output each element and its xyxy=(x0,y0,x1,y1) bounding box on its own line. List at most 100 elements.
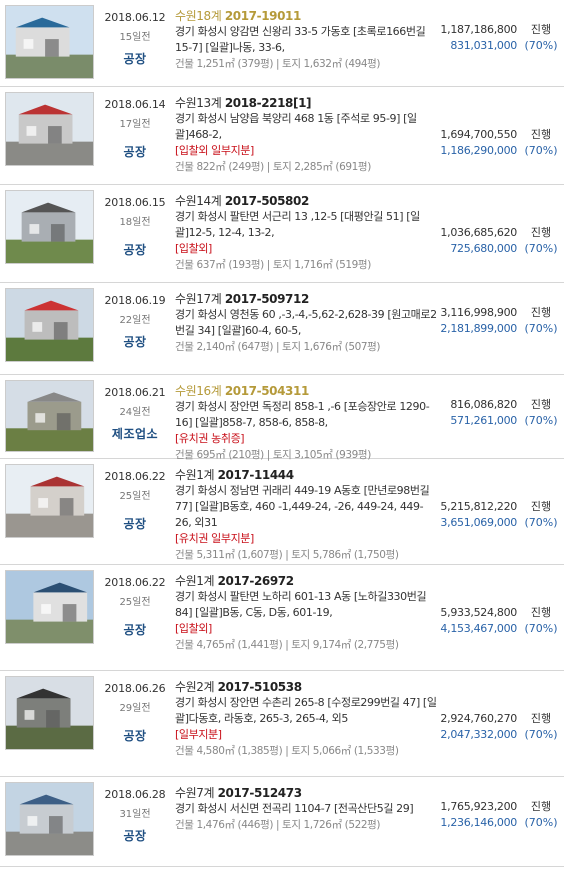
days-left: 25일전 xyxy=(119,597,151,608)
minimum-bid: 571,261,000 xyxy=(450,414,517,427)
appraisal-price: 1,765,923,200 xyxy=(440,800,517,813)
status-label: 진행 xyxy=(530,306,552,319)
special-conditions: [입찰외] xyxy=(175,622,212,635)
bid-ratio: (70%) xyxy=(524,414,558,427)
auction-date: 2018.06.26 xyxy=(104,682,166,695)
days-left: 29일전 xyxy=(119,703,151,714)
auction-date: 2018.06.12 xyxy=(104,11,166,24)
case-id[interactable]: 2017-510538 xyxy=(218,680,302,694)
list-item[interactable]: 2018.06.15 18일전 공장 수원14계 2017-505802 경기 화성시 … xyxy=(0,185,564,283)
property-address[interactable]: 경기 화성시 영천동 60 ,-3,-4,-5,62-2,628-39 [원고매… xyxy=(175,307,437,339)
case-id[interactable]: 2018-2218[1] xyxy=(225,96,312,110)
special-conditions: [유치권 농취증] xyxy=(175,432,245,445)
bid-ratio: (70%) xyxy=(524,516,558,529)
listing-info: 수원1계 2017-11444 경기 화성시 정남면 귀래리 449-19 A동호… xyxy=(175,467,437,563)
court-dept: 수원13계 xyxy=(175,96,222,110)
days-left: 24일전 xyxy=(119,407,151,418)
case-id[interactable]: 2017-11444 xyxy=(218,468,295,482)
minimum-bid: 4,153,467,000 xyxy=(440,622,517,635)
listing-info: 수원17계 2017-509712 경기 화성시 영천동 60 ,-3,-4,-5… xyxy=(175,291,437,355)
price-block: 1,765,923,200 1,236,146,000 xyxy=(437,799,517,831)
case-id[interactable]: 2017-26972 xyxy=(218,574,295,588)
property-address[interactable]: 경기 화성시 장안면 수촌리 265-8 [수정로299번길 47] [일괄]다… xyxy=(175,695,437,727)
days-left: 22일전 xyxy=(119,315,151,326)
price-block: 1,036,685,620 725,680,000 xyxy=(437,225,517,257)
bid-ratio: (70%) xyxy=(524,144,558,157)
status-label: 진행 xyxy=(530,23,552,36)
status-block: 진행 (70%) xyxy=(520,799,562,831)
property-photo[interactable] xyxy=(5,5,94,79)
status-label: 진행 xyxy=(530,606,552,619)
court-dept: 수원16계 xyxy=(175,384,222,398)
listing-info: 수원16계 2017-504311 경기 화성시 장안면 독정리 858-1 ,-… xyxy=(175,383,437,463)
listing-info: 수원2계 2017-510538 경기 화성시 장안면 수촌리 265-8 [수정… xyxy=(175,679,437,759)
price-block: 1,694,700,550 1,186,290,000 xyxy=(437,127,517,159)
case-number[interactable]: 수원16계 2017-504311 xyxy=(175,383,437,399)
price-block: 5,215,812,220 3,651,069,000 xyxy=(437,499,517,531)
case-id[interactable]: 2017-505802 xyxy=(225,194,309,208)
special-conditions: [유치권 일부지분] xyxy=(175,532,254,545)
list-item[interactable]: 2018.06.21 24일전 제조업소 수원16계 2017-504311 경기 화성… xyxy=(0,375,564,461)
property-address[interactable]: 경기 화성시 팔탄면 서근리 13 ,12-5 [대평안길 51] [일괄]12… xyxy=(175,209,437,241)
list-item[interactable]: 2018.06.12 15일전 공장 수원18계 2017-19011 경기 화성시 양… xyxy=(0,0,564,87)
appraisal-price: 1,036,685,620 xyxy=(440,226,517,239)
property-address[interactable]: 경기 화성시 정남면 귀래리 449-19 A동호 [만년로98번길 77] [… xyxy=(175,483,437,531)
list-item[interactable]: 2018.06.22 25일전 공장 수원1계 2017-11444 경기 화성시 정남… xyxy=(0,459,564,565)
property-address[interactable]: 경기 화성시 양감면 신왕리 33-5 가동호 [초록로166번길 15-7] … xyxy=(175,24,437,56)
property-usage: 공장 xyxy=(123,729,147,743)
case-id[interactable]: 2017-504311 xyxy=(225,384,309,398)
case-number[interactable]: 수원14계 2017-505802 xyxy=(175,193,437,209)
property-photo[interactable] xyxy=(5,92,94,166)
list-item[interactable]: 2018.06.14 17일전 공장 수원13계 2018-2218[1] 경기 화성시… xyxy=(0,87,564,185)
property-address[interactable]: 경기 화성시 남양읍 북양리 468 1동 [주석로 95-9] [일괄]468… xyxy=(175,111,437,143)
list-item[interactable]: 2018.06.26 29일전공장 수원2계 2017-510538 경기 화성시 장… xyxy=(0,671,564,777)
appraisal-price: 1,187,186,800 xyxy=(440,23,517,36)
property-photo[interactable] xyxy=(5,190,94,264)
auction-date: 2018.06.14 xyxy=(104,98,166,111)
appraisal-price: 5,215,812,220 xyxy=(440,500,517,513)
property-photo[interactable] xyxy=(5,464,94,538)
property-photo[interactable] xyxy=(5,676,94,750)
case-id[interactable]: 2017-19011 xyxy=(225,9,302,23)
auction-date: 2018.06.22 xyxy=(104,470,166,483)
minimum-bid: 3,651,069,000 xyxy=(440,516,517,529)
case-id[interactable]: 2017-512473 xyxy=(218,786,302,800)
case-number[interactable]: 수원2계 2017-510538 xyxy=(175,679,437,695)
property-photo[interactable] xyxy=(5,380,94,452)
list-item[interactable]: 2018.06.22 25일전 공장 수원1계 2017-26972 경기 화성시 팔탄… xyxy=(0,565,564,671)
property-photo[interactable] xyxy=(5,570,94,644)
auction-date: 2018.06.15 xyxy=(104,196,166,209)
case-number[interactable]: 수원1계 2017-11444 xyxy=(175,467,437,483)
court-dept: 수원2계 xyxy=(175,680,215,694)
area-info: 건물 637㎡ (193평) | 토지 1,716㎡ (519평) xyxy=(175,259,371,271)
status-block: 진행 (70%) xyxy=(520,305,562,337)
case-number[interactable]: 수원18계 2017-19011 xyxy=(175,8,437,24)
court-dept: 수원7계 xyxy=(175,786,215,800)
area-info: 건물 1,476㎡ (446평) | 토지 1,726㎡ (522평) xyxy=(175,819,381,831)
case-number[interactable]: 수원17계 2017-509712 xyxy=(175,291,437,307)
case-number[interactable]: 수원7계 2017-512473 xyxy=(175,785,437,801)
status-label: 진행 xyxy=(530,800,552,813)
property-usage: 공장 xyxy=(123,52,147,66)
property-address[interactable]: 경기 화성시 서신면 전곡리 1104-7 [전곡산단5길 29] xyxy=(175,801,437,817)
property-address[interactable]: 경기 화성시 장안면 독정리 858-1 ,-6 [포승장안로 1290-16]… xyxy=(175,399,437,431)
court-dept: 수원1계 xyxy=(175,468,215,482)
appraisal-price: 816,086,820 xyxy=(450,398,517,411)
property-photo[interactable] xyxy=(5,782,94,856)
bid-ratio: (70%) xyxy=(524,322,558,335)
list-item[interactable]: 2018.06.28 31일전 공장 수원7계 2017-512473 경기 화성시 서… xyxy=(0,777,564,867)
bid-ratio: (70%) xyxy=(524,728,558,741)
status-label: 진행 xyxy=(530,712,552,725)
case-id[interactable]: 2017-509712 xyxy=(225,292,309,306)
appraisal-price: 2,924,760,270 xyxy=(440,712,517,725)
bid-ratio: (70%) xyxy=(524,622,558,635)
area-info: 건물 4,765㎡ (1,441평) | 토지 9,174㎡ (2,775평) xyxy=(175,639,399,651)
case-number[interactable]: 수원13계 2018-2218[1] xyxy=(175,95,437,111)
auction-list: 2018.06.12 15일전 공장 수원18계 2017-19011 경기 화성시 양… xyxy=(0,0,564,867)
list-item[interactable]: 2018.06.19 22일전 공장 수원17계 2017-509712 경기 화성시 … xyxy=(0,283,564,375)
property-address[interactable]: 경기 화성시 팔탄면 노하리 601-13 A동 [노하길330번길 84] [… xyxy=(175,589,437,621)
property-photo[interactable] xyxy=(5,288,94,362)
case-number[interactable]: 수원1계 2017-26972 xyxy=(175,573,437,589)
court-dept: 수원1계 xyxy=(175,574,215,588)
price-block: 5,933,524,800 4,153,467,000 xyxy=(437,605,517,637)
